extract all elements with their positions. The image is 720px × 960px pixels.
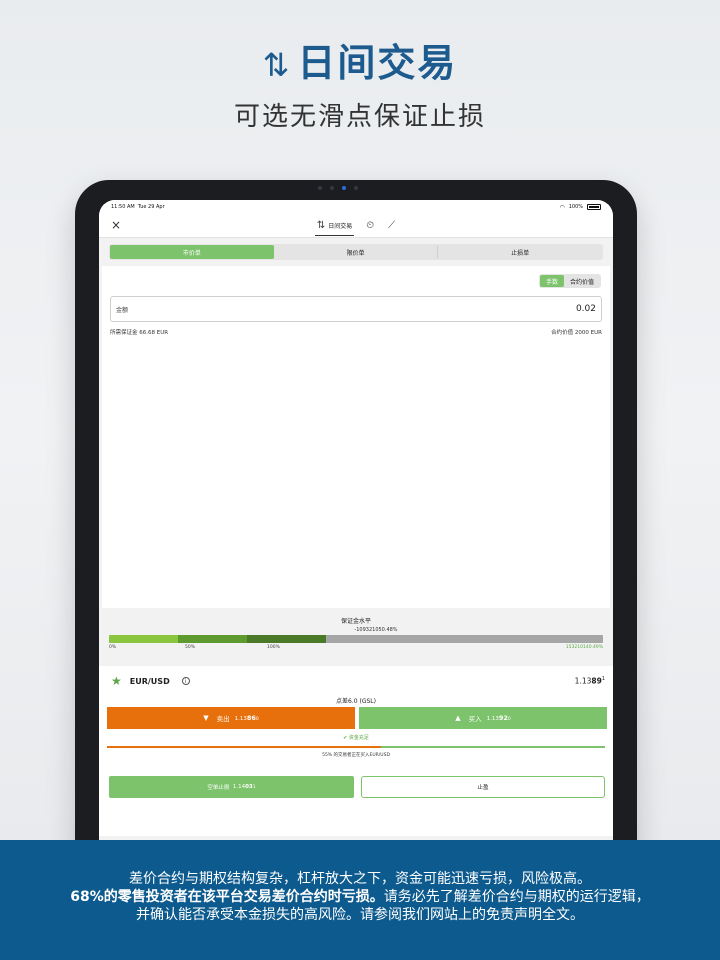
margin-level-bar — [109, 635, 603, 643]
sell-label: 卖出 — [216, 715, 230, 723]
sell-price-big: 86 — [246, 714, 256, 722]
buy-price-big: 92 — [498, 714, 508, 722]
risk-disclaimer: 差价合约与期权结构复杂，杠杆放大之下，资金可能迅速亏损，风险极高。 68%的零售… — [0, 840, 720, 960]
nav-tabs: ⇅ 日间交易 ⏲ ⟋ — [314, 216, 397, 236]
camera-icon — [318, 186, 358, 190]
margin-info-row: 所需保证金 66.68 EUR 合约价值 2000 EUR — [110, 328, 602, 336]
order-form: 手数 合约价值 金额 0.02 所需保证金 66.68 EUR 合约价值 200… — [102, 266, 610, 608]
buy-label: 买入 — [468, 715, 482, 723]
order-type-tabs: 市价单 限价单 止损单 — [109, 244, 603, 260]
timer-icon: ⏲ — [366, 220, 375, 231]
battery-percent: 100% — [568, 204, 583, 210]
sell-price-small: 0 — [255, 717, 259, 722]
amount-input[interactable]: 金额 0.02 — [110, 296, 602, 322]
unit-contract-value-button[interactable]: 合约价值 — [564, 275, 600, 287]
instrument-price: 1.13891 — [575, 676, 605, 686]
chart-icon: ⟋ — [388, 220, 396, 231]
buy-price: 1.13920 — [487, 714, 511, 722]
sl-price-big: 03 — [245, 784, 253, 790]
sl-price-small: 1 — [252, 785, 256, 790]
amount-label: 金额 — [116, 306, 129, 314]
tab-limit-order[interactable]: 限价单 — [274, 245, 438, 259]
contract-value: 合约价值 2000 EUR — [551, 330, 602, 336]
sentiment-text: 55% 的交易者正在买入EUR/USD — [322, 753, 390, 758]
amount-value[interactable]: 0.02 — [576, 304, 596, 314]
stop-loss-price: 1.14031 — [233, 784, 256, 790]
disclaimer-line-2-rest: 请务必先了解差价合约与期权的运行逻辑， — [383, 889, 650, 905]
star-icon[interactable]: ★ — [111, 674, 122, 688]
margin-level-current: -109321050.48% — [354, 627, 398, 633]
price-main: 1.13 — [574, 676, 592, 686]
take-profit-button[interactable]: 止盈 — [361, 776, 605, 798]
status-date: Tue 29 Apr — [137, 204, 165, 210]
margin-segment-low — [109, 635, 179, 643]
margin-segment-high — [247, 635, 327, 643]
buy-price-main: 1.13 — [486, 716, 499, 722]
tick-50: 50% — [185, 645, 196, 650]
tab-chart[interactable]: ⟋ — [386, 216, 397, 235]
price-small: 1 — [601, 676, 605, 683]
tick-max: 153210140.49% — [565, 645, 603, 650]
promo-title: ⇅ 日间交易 — [0, 32, 720, 87]
status-time: 11:50 AM — [111, 204, 135, 210]
unit-lots-button[interactable]: 手数 — [539, 275, 564, 287]
tab-market-order[interactable]: 市价单 — [110, 245, 274, 259]
tab-day-trading[interactable]: ⇅ 日间交易 — [314, 216, 355, 236]
sell-price-main: 1.13 — [234, 716, 247, 722]
margin-level-ticks: 0% 50% 100% 153210140.49% — [109, 643, 603, 651]
required-margin: 所需保证金 66.68 EUR — [110, 330, 169, 336]
funds-status-text: 资金充足 — [348, 735, 369, 741]
tick-0: 0% — [109, 645, 117, 650]
buy-button[interactable]: ▲ 买入 1.13920 — [359, 707, 607, 729]
margin-segment-mid — [178, 635, 248, 643]
trade-panel: ★ EUR/USD i 1.13891 点差6.0 (GSL) ▼ 卖出 1.1… — [99, 666, 613, 836]
nav-bar: × ⇅ 日间交易 ⏲ ⟋ — [99, 214, 613, 238]
disclaimer-line-2: 68%的零售投资者在该平台交易差价合约时亏损。请务必先了解差价合约与期权的运行逻… — [0, 888, 720, 906]
unit-toggle: 手数 合约价值 — [538, 274, 601, 288]
battery-icon — [587, 204, 601, 210]
stop-loss-button[interactable]: 空单止损 1.14031 — [109, 776, 354, 798]
sentiment-bar — [107, 746, 605, 748]
tab-timer[interactable]: ⏲ — [364, 216, 376, 235]
check-circle-icon: ✔ — [343, 735, 348, 741]
down-arrow-icon: ▼ — [203, 714, 209, 722]
day-trading-icon: ⇅ — [316, 219, 326, 231]
tab-day-trading-label: 日间交易 — [328, 222, 353, 230]
stop-loss-label: 空单止损 — [207, 785, 230, 791]
margin-level-title: 保证金水平 — [340, 618, 371, 625]
info-icon[interactable]: i — [181, 677, 190, 685]
instrument-row: ★ EUR/USD i 1.13891 — [111, 674, 605, 688]
spread-label: 点差6.0 (GSL) — [336, 698, 376, 705]
status-bar: 11:50 AM Tue 29 Apr ◠ 100% — [99, 200, 613, 214]
funds-status: ✔ 资金充足 — [99, 734, 613, 741]
app-screen: 11:50 AM Tue 29 Apr ◠ 100% × ⇅ 日间交易 ⏲ ⟋ … — [99, 200, 613, 860]
wifi-icon: ◠ — [559, 203, 565, 211]
close-icon[interactable]: × — [109, 218, 123, 232]
margin-level-section: 保证金水平 -109321050.48% 0% 50% 100% 1532101… — [99, 608, 613, 666]
instrument-name: EUR/USD — [129, 676, 170, 686]
sl-price-main: 1.14 — [232, 784, 246, 790]
day-trading-icon: ⇅ — [262, 46, 292, 84]
up-arrow-icon: ▲ — [455, 714, 461, 722]
sell-button[interactable]: ▼ 卖出 1.13860 — [107, 707, 355, 729]
disclaimer-line-3: 并确认能否承受本金损失的高风险。请参阅我们网站上的免责声明全文。 — [136, 907, 584, 923]
tick-100: 100% — [267, 645, 280, 650]
tab-stop-order[interactable]: 止损单 — [437, 245, 602, 259]
sell-price: 1.13860 — [235, 714, 259, 722]
price-big: 89 — [591, 676, 602, 686]
promo-title-text: 日间交易 — [297, 41, 458, 85]
buy-price-small: 0 — [507, 717, 511, 722]
promo-subtitle: 可选无滑点保证止损 — [233, 102, 486, 132]
disclaimer-line-1: 差价合约与期权结构复杂，杠杆放大之下，资金可能迅速亏损，风险极高。 — [129, 871, 591, 887]
disclaimer-line-2-bold: 68%的零售投资者在该平台交易差价合约时亏损。 — [70, 889, 384, 905]
